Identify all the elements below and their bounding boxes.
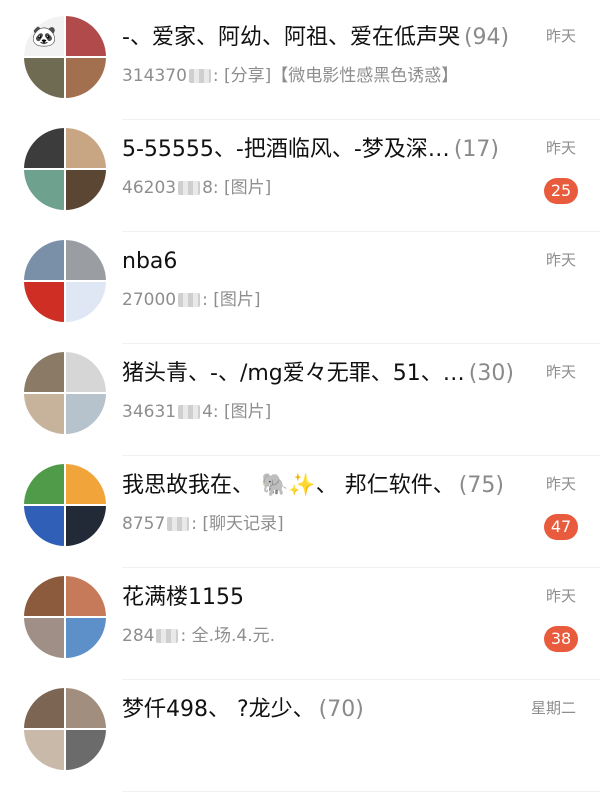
message-text: : 全.场.4.元.: [180, 626, 276, 646]
group-avatar[interactable]: [24, 240, 106, 322]
sender-id: 27000: [122, 290, 177, 310]
avatar-tile: [24, 576, 64, 616]
unread-badge: 25: [544, 178, 578, 204]
avatar-tile: [66, 618, 106, 658]
avatar-tile: [24, 240, 64, 280]
chat-title: 梦仟498、 ?龙少、 (70): [122, 696, 534, 724]
redaction-mask: [178, 405, 201, 419]
avatar-tile: [66, 170, 106, 210]
group-avatar[interactable]: [24, 688, 106, 770]
avatar-tile: [24, 352, 64, 392]
chat-name: 5-55555、-把酒临风、-梦及深…: [122, 137, 450, 162]
member-count: (17): [453, 137, 499, 162]
chat-row[interactable]: nba6 27000 : [图片] 昨天: [0, 232, 600, 344]
timestamp: 昨天: [545, 363, 576, 381]
avatar-tile: [66, 58, 106, 98]
member-count: (30): [468, 361, 514, 386]
avatar-tile: [66, 464, 106, 504]
timestamp: 昨天: [545, 475, 576, 493]
avatar-tile: [24, 618, 64, 658]
timestamp: 昨天: [545, 139, 576, 157]
redaction-mask: [178, 181, 201, 195]
avatar-tile: [66, 240, 106, 280]
member-count: (94): [463, 25, 510, 50]
chat-row[interactable]: 🐼 -、爱家、阿幼、阿祖、爱在低声哭 (94) 314370 : [分享]【微电影性感黑…: [0, 8, 600, 120]
chat-title: 猪头青、-、/mg爱々无罪、51、… (30): [122, 360, 534, 388]
avatar-tile: [66, 730, 106, 770]
avatar-tile: [66, 688, 106, 728]
unread-badge: 47: [544, 514, 578, 540]
chat-list: 🐼 -、爱家、阿幼、阿祖、爱在低声哭 (94) 314370 : [分享]【微电影性感黑…: [0, 0, 600, 792]
chat-row[interactable]: 梦仟498、 ?龙少、 (70) 星期二: [0, 680, 600, 792]
chat-name: nba6: [122, 249, 178, 274]
avatar-tile: [66, 506, 106, 546]
avatar-tile: [66, 128, 106, 168]
redaction-mask: [188, 69, 211, 83]
chat-row[interactable]: 花满楼1155 284 : 全.场.4.元. 昨天 38: [0, 568, 600, 680]
last-message-preview: 284 : 全.场.4.元.: [122, 625, 530, 647]
sender-id: 34631: [122, 402, 177, 422]
timestamp: 昨天: [545, 251, 576, 269]
message-text: 4: [图片]: [202, 402, 272, 422]
chat-name: 梦仟498、 ?龙少、: [122, 697, 315, 722]
avatar-tile: [24, 394, 64, 434]
group-avatar[interactable]: [24, 464, 106, 546]
sender-id: 314370: [122, 66, 187, 86]
avatar-tile: [66, 16, 106, 56]
avatar-tile: [24, 506, 64, 546]
avatar-tile: [24, 128, 64, 168]
chat-title: nba6: [122, 248, 534, 276]
avatar-tile: [66, 394, 106, 434]
message-text: : [分享]【微电影性感黑色诱惑】: [212, 66, 459, 86]
avatar-tile: [66, 576, 106, 616]
avatar-tile: [24, 688, 64, 728]
group-avatar[interactable]: 🐼: [24, 16, 106, 98]
sender-id: 8757: [122, 514, 166, 534]
avatar-tile: [66, 352, 106, 392]
avatar-tile: [24, 58, 64, 98]
message-text: : [聊天记录]: [191, 514, 284, 534]
last-message-preview: 46203 8: [图片]: [122, 177, 530, 199]
avatar-tile: [66, 282, 106, 322]
avatar-tile: [24, 730, 64, 770]
redaction-mask: [167, 517, 190, 531]
chat-row[interactable]: 5-55555、-把酒临风、-梦及深… (17) 46203 8: [图片] 昨天 25: [0, 120, 600, 232]
chat-title: 花满楼1155: [122, 584, 534, 612]
chat-name: 我思故我在、 🐘✨、 邦仁软件、: [122, 473, 455, 498]
avatar-tile: [24, 464, 64, 504]
avatar-tile: [24, 282, 64, 322]
last-message-preview: 27000 : [图片]: [122, 289, 530, 311]
sender-id: 284: [122, 626, 155, 646]
avatar-tile: [24, 170, 64, 210]
timestamp: 昨天: [545, 587, 576, 605]
group-avatar[interactable]: [24, 128, 106, 210]
last-message-preview: 34631 4: [图片]: [122, 401, 530, 423]
member-count: (70): [318, 697, 364, 722]
chat-row[interactable]: 我思故我在、 🐘✨、 邦仁软件、 (75) 8757 : [聊天记录] 昨天 47: [0, 456, 600, 568]
last-message-preview: 8757 : [聊天记录]: [122, 513, 530, 535]
group-avatar[interactable]: [24, 576, 106, 658]
last-message-preview: 314370 : [分享]【微电影性感黑色诱惑】: [122, 65, 530, 87]
chat-name: 猪头青、-、/mg爱々无罪、51、…: [122, 361, 465, 386]
group-avatar[interactable]: [24, 352, 106, 434]
unread-badge: 38: [544, 626, 578, 652]
panda-icon: 🐼: [24, 16, 64, 56]
member-count: (75): [458, 473, 504, 498]
chat-title: 我思故我在、 🐘✨、 邦仁软件、 (75): [122, 472, 534, 500]
chat-title: -、爱家、阿幼、阿祖、爱在低声哭 (94): [122, 24, 534, 52]
chat-row[interactable]: 猪头青、-、/mg爱々无罪、51、… (30) 34631 4: [图片] 昨天: [0, 344, 600, 456]
timestamp: 星期二: [530, 699, 576, 717]
redaction-mask: [178, 293, 201, 307]
sender-id: 46203: [122, 178, 177, 198]
chat-name: 花满楼1155: [122, 585, 244, 610]
chat-name: -、爱家、阿幼、阿祖、爱在低声哭: [122, 25, 460, 50]
redaction-mask: [156, 629, 179, 643]
message-text: 8: [图片]: [202, 178, 272, 198]
chat-title: 5-55555、-把酒临风、-梦及深… (17): [122, 136, 534, 164]
message-text: : [图片]: [202, 290, 261, 310]
timestamp: 昨天: [545, 27, 576, 45]
